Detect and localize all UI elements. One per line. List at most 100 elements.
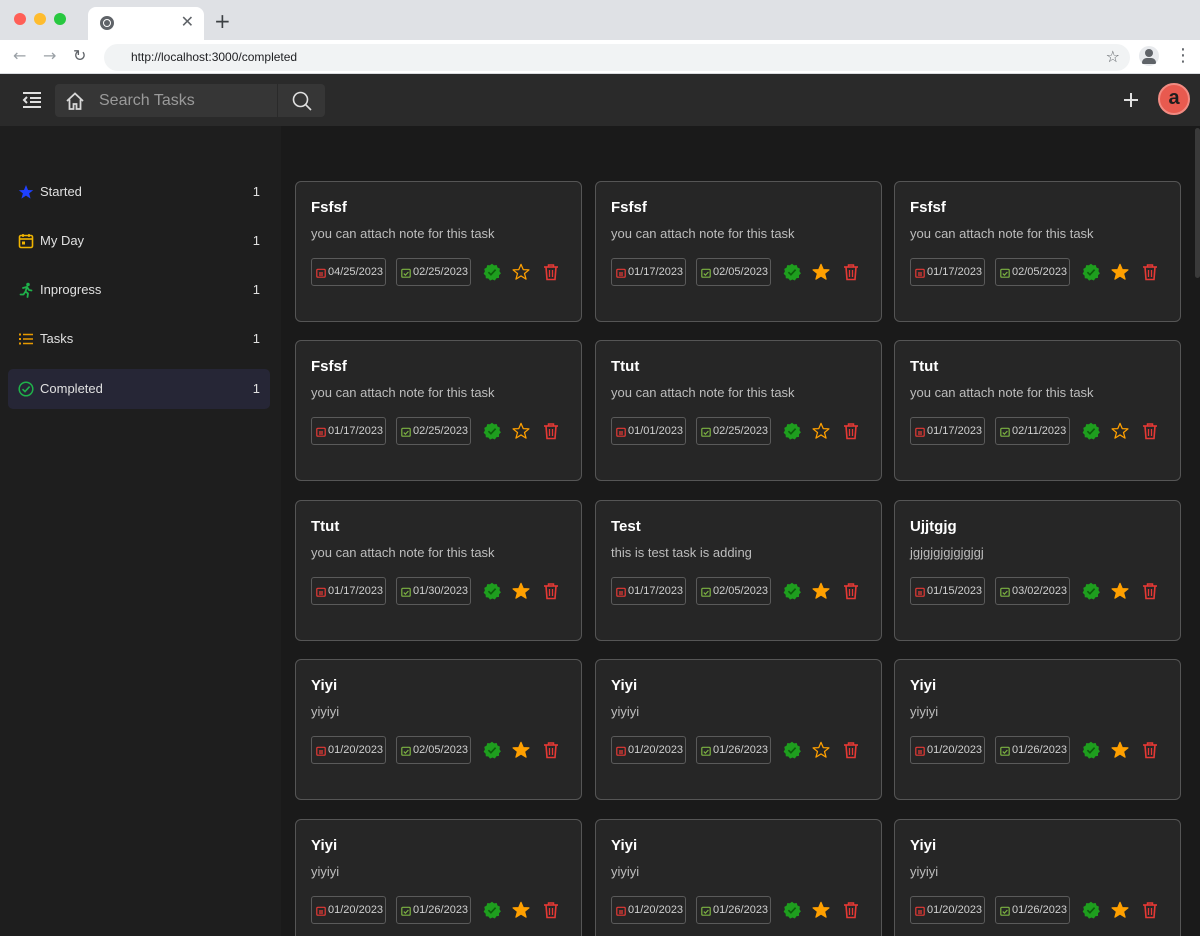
sidebar-item-started[interactable]: Started 1: [8, 172, 270, 212]
back-icon[interactable]: ←: [13, 46, 26, 65]
task-card[interactable]: Ujjtgjg jgjgjgjgjgjgjgj 01/15/2023 03/02…: [894, 500, 1181, 641]
delete-icon[interactable]: [1141, 901, 1159, 919]
due-date-field[interactable]: 01/26/2023: [696, 736, 771, 764]
star-filled-icon[interactable]: [1111, 263, 1129, 281]
minimize-window-button[interactable]: [34, 13, 46, 25]
delete-icon[interactable]: [842, 263, 860, 281]
search-icon[interactable]: [291, 90, 313, 112]
star-filled-icon[interactable]: [512, 901, 530, 919]
completed-badge-icon[interactable]: [483, 582, 501, 600]
due-date-field[interactable]: 02/25/2023: [396, 258, 471, 286]
delete-icon[interactable]: [842, 582, 860, 600]
close-window-button[interactable]: [14, 13, 26, 25]
start-date-field[interactable]: 01/17/2023: [311, 417, 386, 445]
star-filled-icon[interactable]: [812, 901, 830, 919]
start-date-field[interactable]: 01/01/2023: [611, 417, 686, 445]
due-date-field[interactable]: 02/05/2023: [696, 577, 771, 605]
delete-icon[interactable]: [542, 741, 560, 759]
delete-icon[interactable]: [1141, 582, 1159, 600]
star-outline-icon[interactable]: [512, 263, 530, 281]
completed-badge-icon[interactable]: [483, 422, 501, 440]
completed-badge-icon[interactable]: [1082, 741, 1100, 759]
task-card[interactable]: Fsfsf you can attach note for this task …: [595, 181, 882, 322]
due-date-field[interactable]: 02/05/2023: [396, 736, 471, 764]
due-date-field[interactable]: 01/26/2023: [995, 896, 1070, 924]
due-date-field[interactable]: 02/25/2023: [696, 417, 771, 445]
task-card[interactable]: Test this is test task is adding 01/17/2…: [595, 500, 882, 641]
start-date-field[interactable]: 01/20/2023: [910, 736, 985, 764]
profile-icon[interactable]: [1139, 46, 1159, 66]
scrollbar-thumb[interactable]: [1195, 128, 1200, 278]
start-date-field[interactable]: 04/25/2023: [311, 258, 386, 286]
star-outline-icon[interactable]: [812, 741, 830, 759]
due-date-field[interactable]: 02/05/2023: [696, 258, 771, 286]
completed-badge-icon[interactable]: [1082, 582, 1100, 600]
due-date-field[interactable]: 01/30/2023: [396, 577, 471, 605]
start-date-field[interactable]: 01/17/2023: [611, 577, 686, 605]
task-card[interactable]: Yiyi yiyiyi 01/20/2023 01/26/2023: [595, 659, 882, 800]
reload-icon[interactable]: ↻: [73, 46, 86, 65]
completed-badge-icon[interactable]: [783, 263, 801, 281]
star-outline-icon[interactable]: [812, 422, 830, 440]
star-filled-icon[interactable]: [812, 263, 830, 281]
completed-badge-icon[interactable]: [483, 901, 501, 919]
delete-icon[interactable]: [1141, 422, 1159, 440]
completed-badge-icon[interactable]: [783, 741, 801, 759]
start-date-field[interactable]: 01/17/2023: [910, 258, 985, 286]
due-date-field[interactable]: 02/11/2023: [995, 417, 1070, 445]
start-date-field[interactable]: 01/20/2023: [311, 896, 386, 924]
star-outline-icon[interactable]: [512, 422, 530, 440]
scrollbar[interactable]: [1195, 126, 1200, 936]
due-date-field[interactable]: 01/26/2023: [696, 896, 771, 924]
star-filled-icon[interactable]: [1111, 901, 1129, 919]
start-date-field[interactable]: 01/17/2023: [910, 417, 985, 445]
due-date-field[interactable]: 02/05/2023: [995, 258, 1070, 286]
star-filled-icon[interactable]: [512, 582, 530, 600]
task-card[interactable]: Fsfsf you can attach note for this task …: [295, 181, 582, 322]
maximize-window-button[interactable]: [54, 13, 66, 25]
delete-icon[interactable]: [842, 741, 860, 759]
address-bar[interactable]: http://localhost:3000/completed ☆: [104, 44, 1130, 71]
delete-icon[interactable]: [542, 263, 560, 281]
url-text[interactable]: http://localhost:3000/completed: [131, 50, 297, 64]
delete-icon[interactable]: [1141, 741, 1159, 759]
delete-icon[interactable]: [1141, 263, 1159, 281]
due-date-field[interactable]: 01/26/2023: [396, 896, 471, 924]
task-card[interactable]: Ttut you can attach note for this task 0…: [295, 500, 582, 641]
star-filled-icon[interactable]: [812, 582, 830, 600]
star-filled-icon[interactable]: [512, 741, 530, 759]
completed-badge-icon[interactable]: [1082, 901, 1100, 919]
forward-icon[interactable]: →: [43, 46, 56, 65]
task-card[interactable]: Yiyi yiyiyi 01/20/2023 01/26/2023: [894, 819, 1181, 936]
task-card[interactable]: Ttut you can attach note for this task 0…: [595, 340, 882, 481]
start-date-field[interactable]: 01/20/2023: [611, 896, 686, 924]
due-date-field[interactable]: 02/25/2023: [396, 417, 471, 445]
task-card[interactable]: Fsfsf you can attach note for this task …: [894, 181, 1181, 322]
completed-badge-icon[interactable]: [783, 901, 801, 919]
due-date-field[interactable]: 03/02/2023: [995, 577, 1070, 605]
new-tab-button[interactable]: +: [214, 9, 231, 33]
start-date-field[interactable]: 01/20/2023: [311, 736, 386, 764]
task-card[interactable]: Ttut you can attach note for this task 0…: [894, 340, 1181, 481]
start-date-field[interactable]: 01/17/2023: [611, 258, 686, 286]
delete-icon[interactable]: [542, 582, 560, 600]
completed-badge-icon[interactable]: [483, 741, 501, 759]
menu-collapse-icon[interactable]: [21, 91, 43, 109]
completed-badge-icon[interactable]: [1082, 263, 1100, 281]
close-tab-icon[interactable]: ✕: [181, 12, 194, 31]
sidebar-item-completed[interactable]: Completed 1: [8, 369, 270, 409]
sidebar-item-tasks[interactable]: Tasks 1: [8, 319, 270, 359]
start-date-field[interactable]: 01/20/2023: [611, 736, 686, 764]
delete-icon[interactable]: [542, 422, 560, 440]
task-card[interactable]: Yiyi yiyiyi 01/20/2023 01/26/2023: [295, 819, 582, 936]
sidebar-item-inprogress[interactable]: Inprogress 1: [8, 270, 270, 310]
completed-badge-icon[interactable]: [783, 582, 801, 600]
search-input[interactable]: [99, 84, 279, 117]
delete-icon[interactable]: [842, 422, 860, 440]
start-date-field[interactable]: 01/17/2023: [311, 577, 386, 605]
completed-badge-icon[interactable]: [783, 422, 801, 440]
avatar[interactable]: a: [1158, 83, 1190, 115]
browser-menu-icon[interactable]: ⋮: [1174, 45, 1192, 66]
sidebar-item-my-day[interactable]: My Day 1: [8, 221, 270, 261]
task-card[interactable]: Fsfsf you can attach note for this task …: [295, 340, 582, 481]
